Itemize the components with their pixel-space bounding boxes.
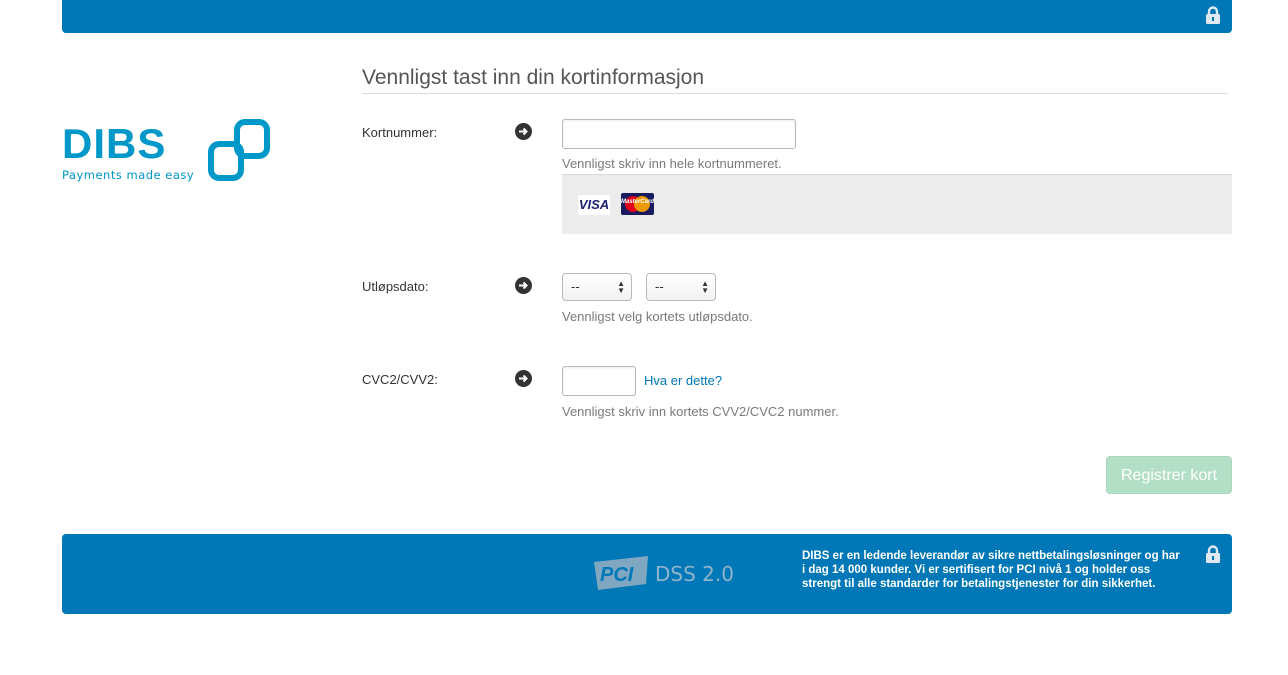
card-number-label: Kortnummer: <box>362 125 438 140</box>
cvc-help-link[interactable]: Hva er dette? <box>644 373 722 388</box>
select-arrows-icon: ▲ ▼ <box>701 279 709 295</box>
svg-text:PCI: PCI <box>600 564 634 586</box>
select-arrows-icon: ▲ ▼ <box>617 279 625 295</box>
lock-icon <box>1205 545 1221 563</box>
page-title: Vennligst tast inn din kortinformasjon <box>362 66 705 89</box>
mastercard-logo: MasterCard <box>621 193 654 215</box>
card-number-input[interactable] <box>562 119 796 149</box>
visa-logo: VISA <box>578 195 610 215</box>
top-bar <box>62 0 1232 33</box>
expiry-year-select[interactable]: -- ▲ ▼ <box>646 273 716 301</box>
pci-dss-version: DSS 2.0 <box>655 562 734 586</box>
expiry-year-value: -- <box>655 279 664 294</box>
footer-description: DIBS er en ledende leverandør av sikre n… <box>802 550 1180 590</box>
cvc-input[interactable] <box>562 366 636 396</box>
logo-link-icon <box>208 119 270 181</box>
pci-logo-icon: PCI <box>594 556 648 590</box>
cvc-label: CVC2/CVV2: <box>362 372 438 387</box>
logo-wordmark: DIBS <box>62 120 167 167</box>
arrow-right-icon <box>515 370 532 387</box>
footer: PCI DSS 2.0 DIBS er en ledende leverandø… <box>62 534 1232 614</box>
accepted-cards-panel: VISA MasterCard <box>562 174 1232 234</box>
logo-tagline: Payments made easy <box>62 168 195 182</box>
expiry-hint: Vennligst velg kortets utløpsdato. <box>562 309 753 324</box>
expiry-month-value: -- <box>571 279 580 294</box>
lock-icon <box>1205 6 1221 24</box>
heading-divider <box>362 93 1228 94</box>
cvc-hint: Vennligst skriv inn kortets CVV2/CVC2 nu… <box>562 404 839 419</box>
dibs-logo: DIBS Payments made easy <box>62 118 282 188</box>
card-number-hint: Vennligst skriv inn hele kortnummeret. <box>562 156 782 171</box>
expiry-label: Utløpsdato: <box>362 279 429 294</box>
arrow-right-icon <box>515 123 532 140</box>
expiry-month-select[interactable]: -- ▲ ▼ <box>562 273 632 301</box>
pci-dss-badge: PCI DSS 2.0 <box>592 552 742 594</box>
register-card-button[interactable]: Registrer kort <box>1106 456 1232 494</box>
arrow-right-icon <box>515 277 532 294</box>
